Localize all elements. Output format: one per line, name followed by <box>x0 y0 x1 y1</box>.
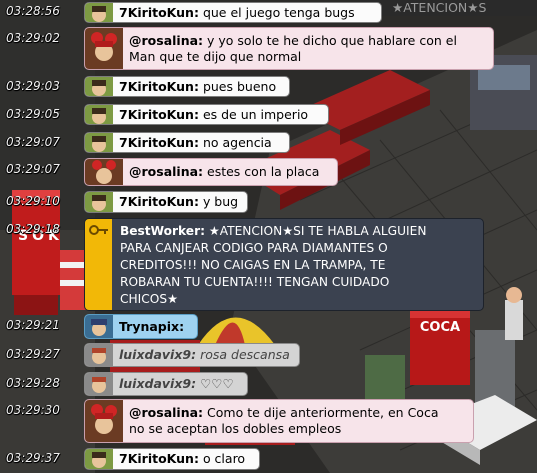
message-text-line2: Man que te dijo que normal <box>129 49 302 64</box>
chat-bubble[interactable]: 7KiritoKun: pues bueno <box>84 76 290 97</box>
key-icon <box>89 225 108 235</box>
message-text: Como te dije anteriormente, en Coca <box>207 405 439 420</box>
avatar <box>85 344 113 366</box>
message-timestamp: 03:29:02 <box>6 31 60 45</box>
chat-bubble[interactable]: luixdavix9: ♡♡♡ <box>84 372 248 396</box>
message-text: estes con la placa <box>207 164 320 179</box>
avatar <box>85 28 123 69</box>
avatar-head-icon <box>91 32 117 61</box>
avatar <box>85 133 113 152</box>
avatar-head-icon <box>92 195 106 211</box>
message-timestamp: 03:29:07 <box>6 135 60 149</box>
message-text-line2: no se aceptan los dobles empleos <box>129 421 342 436</box>
avatar <box>85 400 123 442</box>
message-timestamp: 03:29:37 <box>6 451 60 465</box>
avatar-head-icon <box>92 6 106 22</box>
message-text: no agencia <box>202 135 272 150</box>
message-username[interactable]: 7KiritoKun: <box>119 194 199 209</box>
avatar <box>85 192 113 212</box>
avatar <box>85 105 113 124</box>
avatar <box>85 373 113 395</box>
avatar-head-icon <box>92 377 106 393</box>
message-timestamp: 03:29:30 <box>6 403 60 417</box>
avatar-head-icon <box>92 108 106 124</box>
message-timestamp: 03:29:18 <box>6 222 60 236</box>
chat-bubble[interactable]: 7KiritoKun: que el juego tenga bugs <box>84 2 382 23</box>
message-username[interactable]: 7KiritoKun: <box>119 451 199 466</box>
message-username[interactable]: 7KiritoKun: <box>119 5 199 20</box>
chat-bubble[interactable]: 7KiritoKun: no agencia <box>84 132 290 153</box>
avatar <box>85 449 113 469</box>
message-username[interactable]: luixdavix9: <box>119 376 196 391</box>
chat-bubble[interactable]: @rosalina: Como te dije anteriormente, e… <box>84 399 474 443</box>
message-text: ★ATENCION★SI TE HABLA ALGUIEN <box>208 224 427 238</box>
message-username[interactable]: @rosalina: <box>129 33 203 48</box>
message-text: ♡♡♡ <box>200 376 234 391</box>
message-timestamp: 03:29:03 <box>6 79 60 93</box>
message-text-line5: CHICOS★ <box>120 292 179 306</box>
message-text: y bug <box>202 194 239 209</box>
message-text: pues bueno <box>202 79 277 94</box>
message-username[interactable]: @rosalina: <box>129 405 203 420</box>
chat-bubble[interactable]: luixdavix9: rosa descansa <box>84 343 300 367</box>
chat-bubble[interactable]: 7KiritoKun: o claro <box>84 448 260 470</box>
message-text: que el juego tenga bugs <box>202 5 355 20</box>
message-text: es de un imperio <box>202 107 309 122</box>
message-username[interactable]: @rosalina: <box>129 164 203 179</box>
message-username[interactable]: BestWorker: <box>120 224 205 238</box>
message-timestamp: 03:29:10 <box>6 194 60 208</box>
message-text: y yo solo te he dicho que hablare con el <box>207 33 457 48</box>
chat-bubble[interactable]: 7KiritoKun: es de un imperio <box>84 104 329 125</box>
message-text-line4: ROBARAN TU CUENTA!!!! TENGAN CUIDADO <box>120 275 390 289</box>
message-username[interactable]: luixdavix9: <box>119 347 196 362</box>
avatar <box>85 77 113 96</box>
message-username[interactable]: 7KiritoKun: <box>119 79 199 94</box>
room-banner-text: ★ATENCION★S <box>392 0 487 15</box>
chat-bubble-announcement[interactable]: BestWorker: ★ATENCION★SI TE HABLA ALGUIE… <box>84 218 484 311</box>
avatar-head-icon <box>92 136 106 152</box>
message-text: o claro <box>202 451 246 466</box>
avatar <box>85 3 113 22</box>
message-timestamp: 03:29:05 <box>6 107 60 121</box>
avatar-head-icon <box>91 319 107 336</box>
message-timestamp: 03:29:27 <box>6 347 60 361</box>
avatar-head-icon <box>92 80 106 96</box>
chat-bubble[interactable]: 7KiritoKun: y bug <box>84 191 248 213</box>
avatar <box>85 159 123 185</box>
room-sign-right: COCA <box>419 320 461 335</box>
chat-bubble[interactable]: Trynapix: <box>84 314 198 339</box>
message-text-line3: CREDITOS!!! NO CAIGAS EN LA TRAMPA, TE <box>120 258 386 272</box>
avatar <box>85 219 112 310</box>
chat-bubble[interactable]: @rosalina: y yo solo te he dicho que hab… <box>84 27 494 70</box>
chat-bubble[interactable]: @rosalina: estes con la placa <box>84 158 338 186</box>
message-timestamp: 03:29:28 <box>6 376 60 390</box>
message-username[interactable]: 7KiritoKun: <box>119 107 199 122</box>
message-timestamp: 03:29:21 <box>6 318 60 332</box>
avatar-head-icon <box>92 160 116 184</box>
avatar-head-icon <box>92 348 106 364</box>
message-text: rosa descansa <box>200 347 290 362</box>
avatar-head-icon <box>92 452 106 468</box>
message-username[interactable]: 7KiritoKun: <box>119 135 199 150</box>
message-username[interactable]: Trynapix: <box>119 319 184 334</box>
message-text-line2: PARA CANJEAR CODIGO PARA DIAMANTES O <box>120 241 388 255</box>
message-timestamp: 03:29:07 <box>6 162 60 176</box>
message-timestamp: 03:28:56 <box>6 4 60 18</box>
avatar <box>85 315 113 338</box>
avatar-head-icon <box>91 404 117 434</box>
